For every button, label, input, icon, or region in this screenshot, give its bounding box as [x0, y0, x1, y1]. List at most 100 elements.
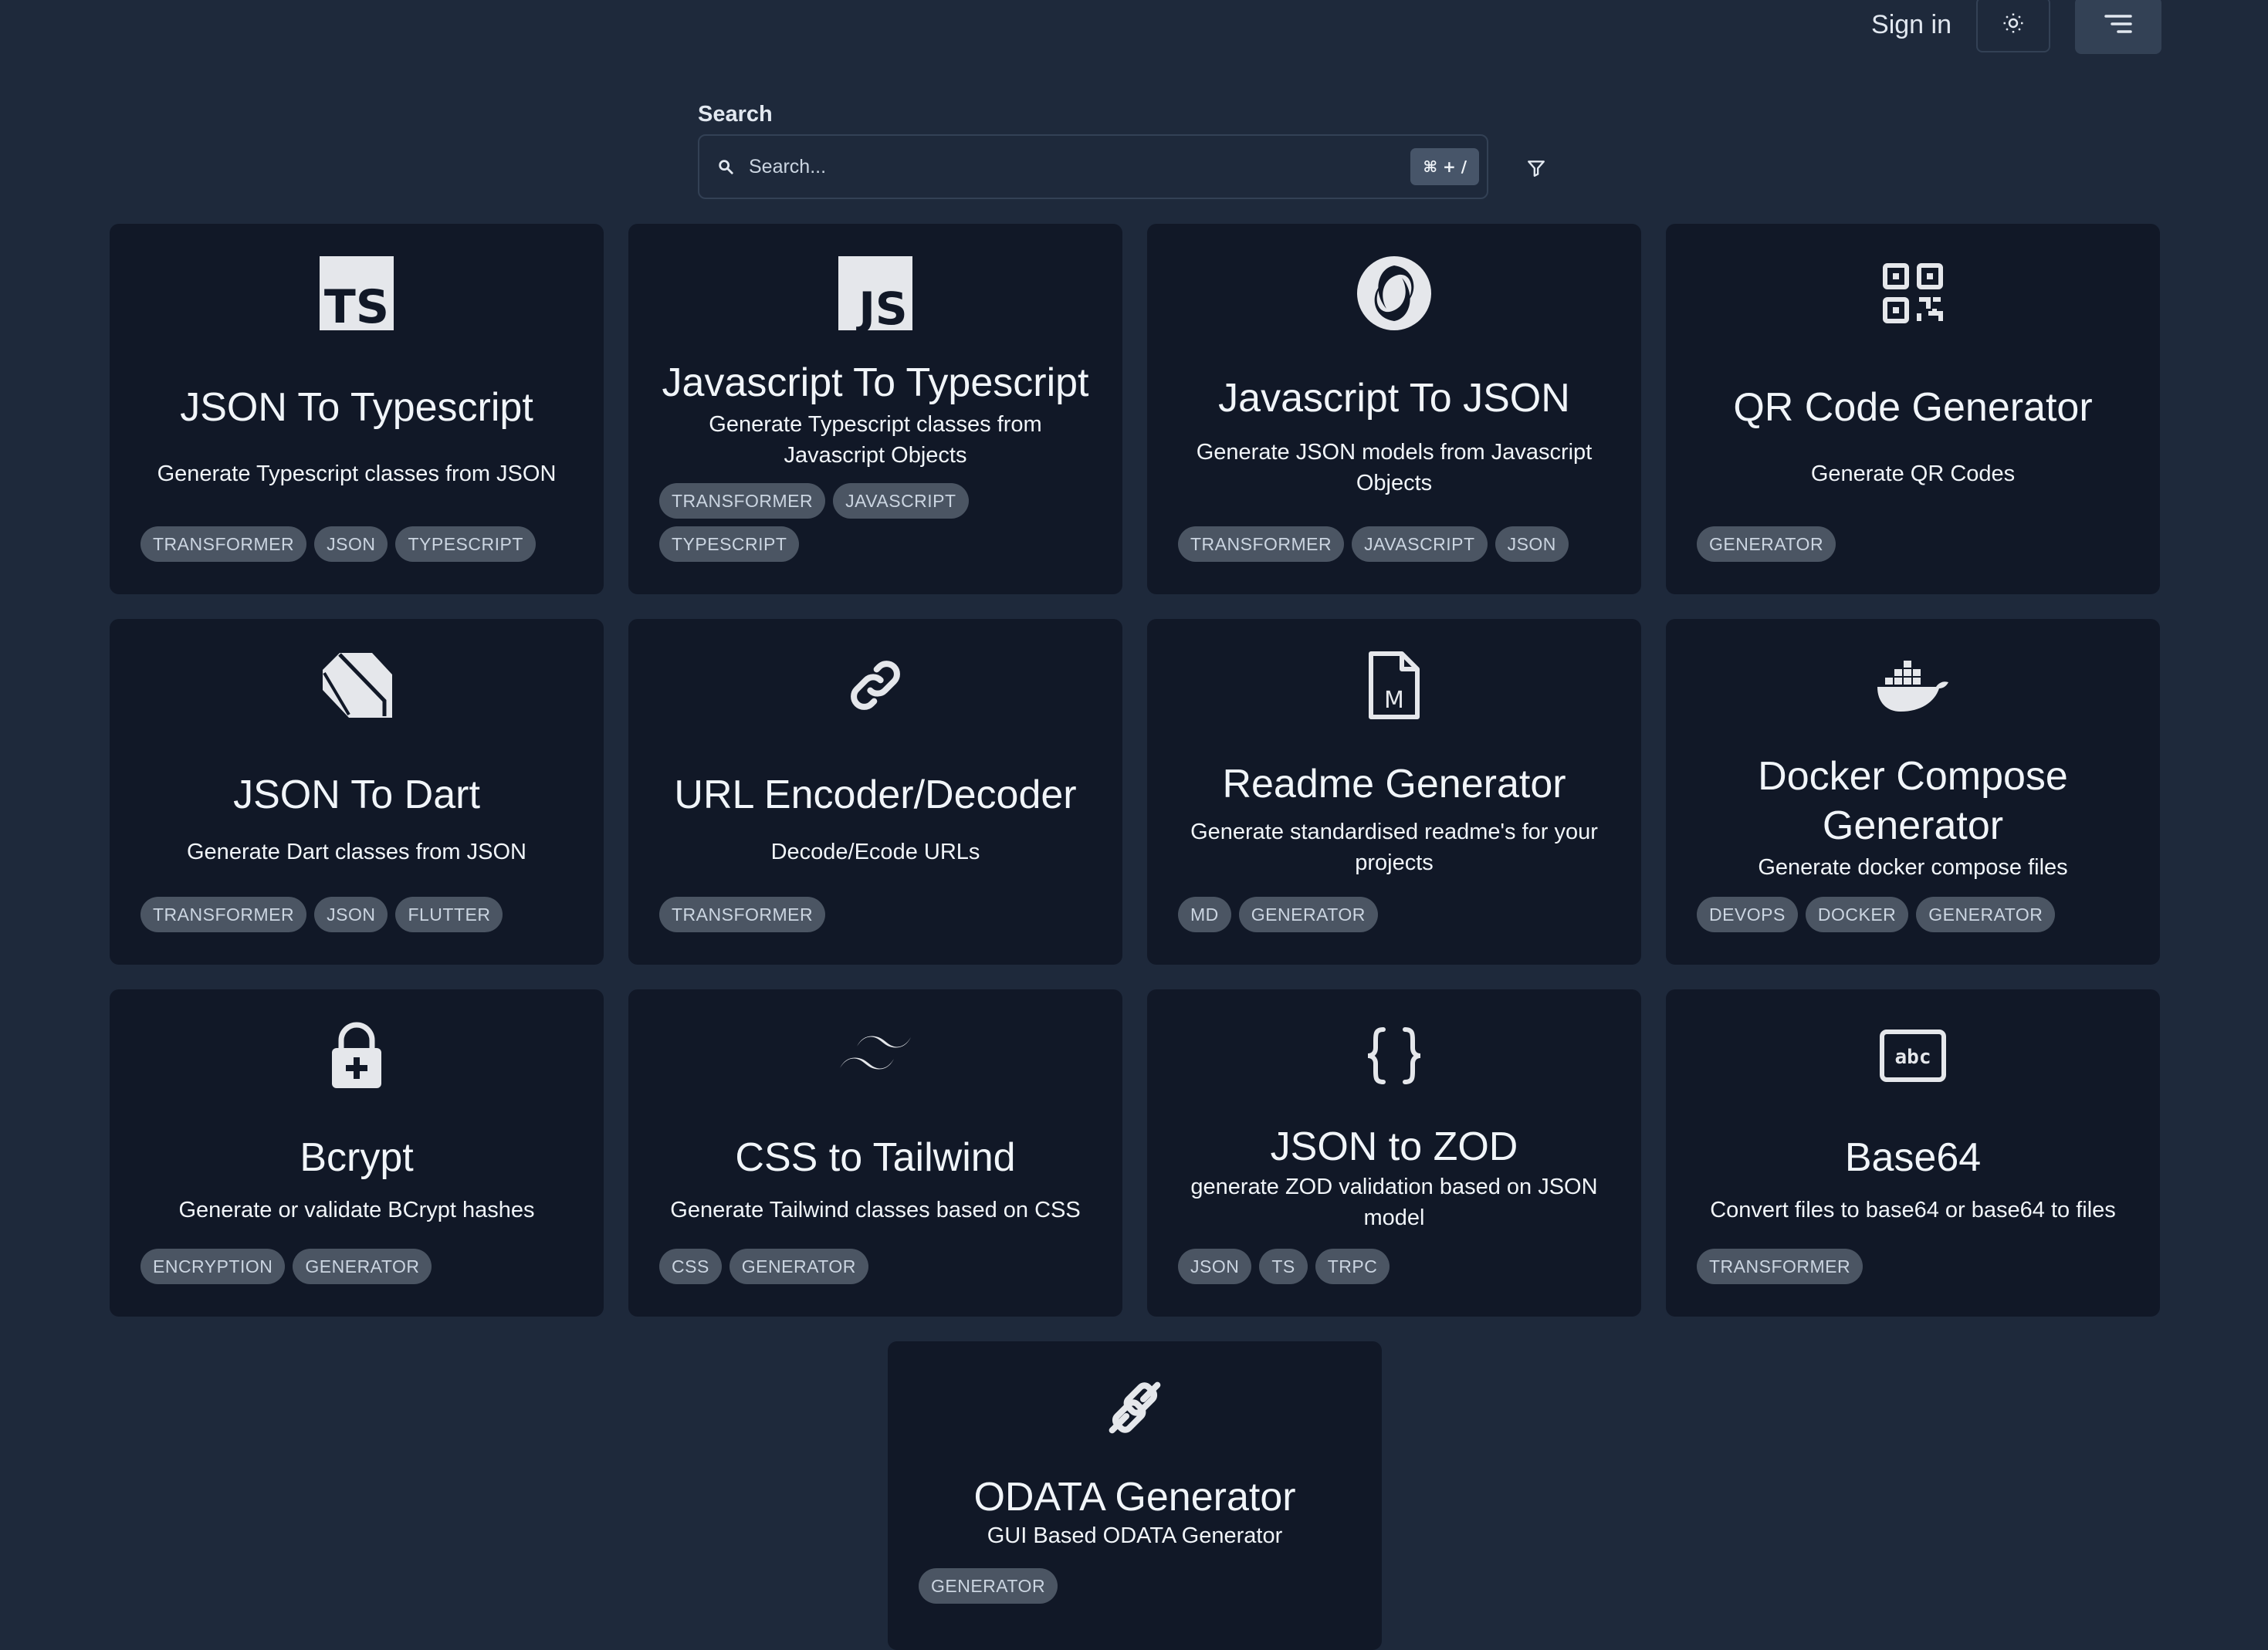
card-title: ODATA Generator: [973, 1475, 1296, 1520]
menu-button[interactable]: [2075, 0, 2161, 54]
qr-code-icon: [1666, 255, 2160, 332]
svg-text:TS: TS: [324, 280, 389, 330]
tool-card-url-encoder-decoder[interactable]: URL Encoder/Decoder Decode/Ecode URLs TR…: [628, 619, 1122, 965]
card-description: Generate docker compose files: [1758, 855, 2068, 880]
card-tags: MD GENERATOR: [1178, 897, 1610, 932]
javascript-icon: JS: [628, 255, 1122, 332]
card-description: Generate Typescript classes from Javascr…: [709, 412, 1042, 468]
tag[interactable]: TRANSFORMER: [1697, 1249, 1863, 1284]
card-tags: TRANSFORMER: [1697, 1249, 2129, 1284]
tag[interactable]: DOCKER: [1805, 897, 1909, 932]
tool-card-json-to-dart[interactable]: JSON To Dart Generate Dart classes from …: [110, 619, 604, 965]
link-icon: [628, 647, 1122, 724]
card-description: Generate Dart classes from JSON: [187, 840, 526, 864]
card-title: Javascript To Typescript: [662, 360, 1089, 405]
card-tags: TRANSFORMER JSON FLUTTER: [140, 897, 573, 932]
tool-card-json-to-typescript[interactable]: TS JSON To Typescript Generate Typescrip…: [110, 224, 604, 594]
tag[interactable]: TRPC: [1315, 1249, 1390, 1284]
tag[interactable]: GENERATOR: [729, 1249, 868, 1284]
card-tags: TRANSFORMER JSON TYPESCRIPT: [140, 526, 573, 562]
tag[interactable]: TYPESCRIPT: [659, 526, 800, 562]
tag[interactable]: GENERATOR: [1697, 526, 1836, 562]
card-title: JSON To Dart: [233, 773, 480, 817]
tag[interactable]: TRANSFORMER: [140, 897, 307, 932]
card-tags: CSS GENERATOR: [659, 1249, 1092, 1284]
tailwind-icon: [628, 1017, 1122, 1094]
tool-card-bcrypt[interactable]: Bcrypt Generate or validate BCrypt hashe…: [110, 989, 604, 1317]
tool-card-readme-generator[interactable]: M Readme Generator Generate standardised…: [1147, 619, 1641, 965]
filter-button[interactable]: [1521, 154, 1552, 185]
card-description: Generate Tailwind classes based on CSS: [670, 1198, 1081, 1222]
card-title: QR Code Generator: [1733, 385, 2093, 430]
markdown-file-icon: M: [1147, 647, 1641, 724]
tool-card-javascript-to-json[interactable]: Javascript To JSON Generate JSON models …: [1147, 224, 1641, 594]
tool-card-css-to-tailwind[interactable]: CSS to Tailwind Generate Tailwind classe…: [628, 989, 1122, 1317]
tag[interactable]: TRANSFORMER: [659, 897, 826, 932]
card-title: JSON To Typescript: [180, 385, 533, 430]
card-title: JSON to ZOD: [1270, 1124, 1518, 1169]
tool-card-docker-compose-generator[interactable]: Docker Compose Generator Generate docker…: [1666, 619, 2160, 965]
svg-text:M: M: [1384, 687, 1404, 714]
curly-braces-icon: [1147, 1017, 1641, 1094]
card-description: GUI Based ODATA Generator: [987, 1523, 1283, 1548]
tag[interactable]: JAVASCRIPT: [1352, 526, 1488, 562]
card-description: Generate QR Codes: [1810, 462, 2016, 486]
tag[interactable]: DEVOPS: [1697, 897, 1798, 932]
tag[interactable]: FLUTTER: [395, 897, 503, 932]
tag[interactable]: CSS: [659, 1249, 722, 1284]
tag[interactable]: TRANSFORMER: [140, 526, 307, 562]
tag[interactable]: JAVASCRIPT: [833, 483, 969, 519]
card-description: Decode/Ecode URLs: [770, 840, 980, 864]
tag[interactable]: ENCRYPTION: [140, 1249, 286, 1284]
dart-icon: [110, 647, 604, 724]
tag[interactable]: TRANSFORMER: [1178, 526, 1345, 562]
tag[interactable]: JSON: [1495, 526, 1569, 562]
card-tags: TRANSFORMER JAVASCRIPT JSON: [1178, 526, 1610, 562]
card-title: Base64: [1844, 1135, 1982, 1180]
typescript-icon: TS: [110, 255, 604, 332]
card-tags: JSON TS TRPC: [1178, 1249, 1610, 1284]
top-bar: Sign in: [0, 0, 2268, 54]
card-description: Generate or validate BCrypt hashes: [178, 1198, 535, 1222]
tag[interactable]: GENERATOR: [1238, 897, 1378, 932]
search-input[interactable]: [747, 154, 1411, 179]
tag[interactable]: GENERATOR: [293, 1249, 432, 1284]
theme-toggle-button[interactable]: [1976, 0, 2050, 52]
tag[interactable]: TRANSFORMER: [659, 483, 826, 519]
search-label: Search: [698, 102, 773, 127]
tag[interactable]: MD: [1178, 897, 1231, 932]
tool-card-json-to-zod[interactable]: JSON to ZOD generate ZOD validation base…: [1147, 989, 1641, 1317]
card-title: Javascript To JSON: [1218, 376, 1570, 421]
card-title: CSS to Tailwind: [735, 1135, 1016, 1180]
tag[interactable]: JSON: [314, 897, 388, 932]
card-title: URL Encoder/Decoder: [674, 773, 1077, 817]
tag[interactable]: JSON: [314, 526, 388, 562]
tool-card-odata-generator[interactable]: ODATA Generator GUI Based ODATA Generato…: [888, 1341, 1382, 1650]
card-description: generate ZOD validation based on JSON mo…: [1190, 1175, 1598, 1230]
plug-icon: [888, 1369, 1382, 1446]
tag[interactable]: TS: [1259, 1249, 1308, 1284]
card-title: Readme Generator: [1222, 762, 1566, 806]
card-tags: ENCRYPTION GENERATOR: [140, 1249, 573, 1284]
tag[interactable]: TYPESCRIPT: [395, 526, 536, 562]
lock-plus-icon: [110, 1017, 604, 1094]
card-title: Bcrypt: [300, 1135, 414, 1180]
card-description: Generate JSON models from Javascript Obj…: [1196, 440, 1593, 495]
card-description: Generate standardised readme's for your …: [1190, 820, 1598, 875]
abc-box-icon: abc: [1666, 1017, 2160, 1094]
card-tags: DEVOPS DOCKER GENERATOR: [1697, 897, 2129, 932]
svg-text:JS: JS: [855, 282, 907, 330]
card-tags: GENERATOR: [1697, 526, 2129, 562]
tag[interactable]: JSON: [1178, 1249, 1252, 1284]
docker-icon: [1666, 647, 2160, 724]
sign-in-link[interactable]: Sign in: [1860, 3, 1962, 46]
tool-card-qr-code-generator[interactable]: QR Code Generator Generate QR Codes GENE…: [1666, 224, 2160, 594]
card-description: Generate Typescript classes from JSON: [157, 462, 557, 486]
menu-icon: [2103, 12, 2134, 39]
tag[interactable]: GENERATOR: [919, 1568, 1058, 1604]
tool-card-base64[interactable]: abc Base64 Convert files to base64 or ba…: [1666, 989, 2160, 1317]
tag[interactable]: GENERATOR: [1916, 897, 2056, 932]
tool-card-javascript-to-typescript[interactable]: JS Javascript To Typescript Generate Typ…: [628, 224, 1122, 594]
card-tags: GENERATOR: [919, 1568, 1351, 1604]
search-icon: [715, 156, 736, 178]
